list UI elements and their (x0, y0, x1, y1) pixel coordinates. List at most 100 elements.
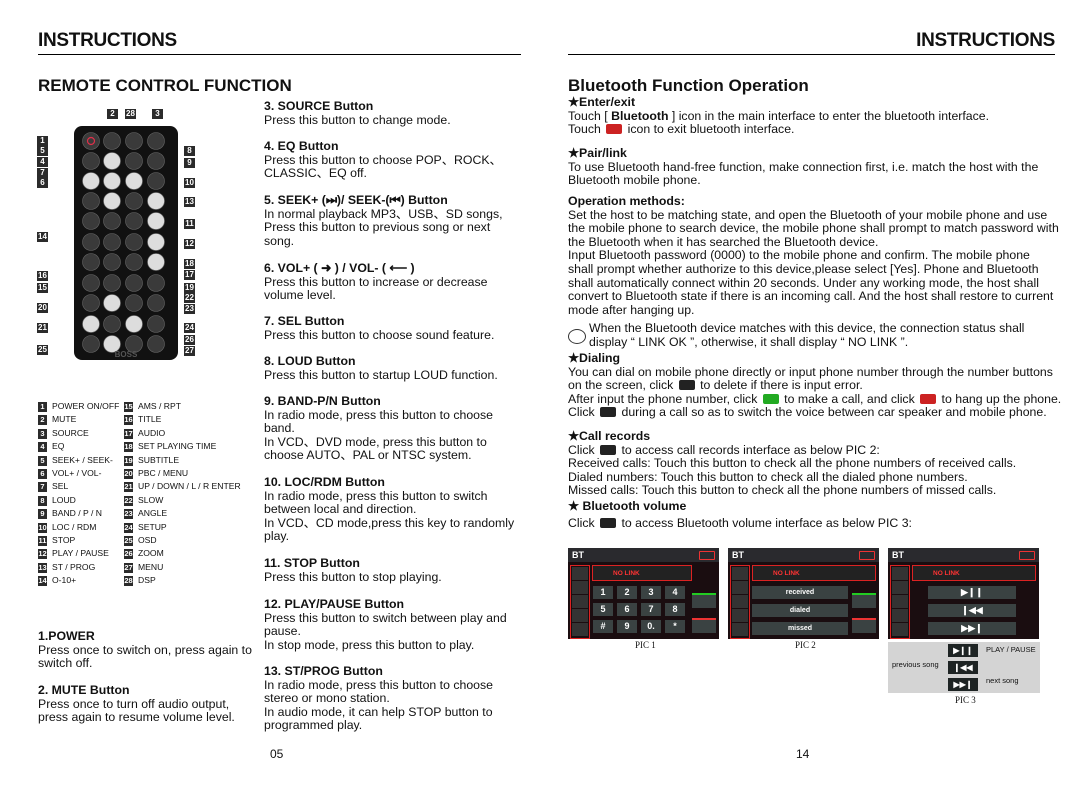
remote-button (82, 233, 100, 251)
call-button[interactable] (852, 593, 876, 608)
keypad-key[interactable]: 5 (593, 603, 613, 616)
records-icon[interactable] (572, 595, 588, 608)
function-title: 8. LOUD Button (264, 354, 356, 368)
hangup-icon[interactable] (920, 393, 937, 404)
remote-button (82, 253, 100, 271)
function-title: 2. MUTE Button (38, 683, 130, 697)
note-icon (568, 329, 586, 344)
keypad-key[interactable]: 6 (617, 603, 637, 616)
records-icon[interactable] (892, 595, 908, 608)
callout-number: 23 (184, 304, 195, 314)
screen-sidebar (730, 565, 750, 639)
pic3-callout-next: next song (986, 676, 1019, 685)
keypad-key[interactable]: * (665, 620, 685, 633)
pic3-callout-prev: previous song (892, 660, 939, 669)
music-icon[interactable] (732, 623, 748, 636)
description-line: Press this button to choose sound featur… (264, 327, 495, 342)
record-missed-button[interactable]: missed (752, 622, 848, 635)
screen-sidebar (570, 565, 590, 639)
phone-book-icon[interactable] (892, 581, 908, 594)
description-line: In radio mode, press this button to choo… (264, 677, 493, 692)
exit-icon[interactable] (606, 124, 623, 135)
previous-button[interactable]: ❙◀◀ (928, 604, 1016, 617)
callout-number: 8 (184, 146, 195, 156)
music-icon[interactable] (892, 623, 908, 636)
hangup-button[interactable] (852, 618, 876, 633)
record-dialed-button[interactable]: dialed (752, 604, 848, 617)
phone-book-icon[interactable] (732, 581, 748, 594)
description-line: Press this button to choose POP、ROCK、 (264, 152, 502, 167)
delete-icon[interactable] (678, 380, 695, 391)
contacts-icon[interactable] (572, 609, 588, 622)
keypad-icon[interactable] (892, 567, 908, 580)
legend-item: 26 ZOOM (124, 548, 164, 560)
text: to hang up the phone. (938, 391, 1062, 406)
next-button[interactable]: ▶▶❙ (928, 622, 1016, 635)
legend-number: 14 (38, 576, 47, 587)
call-records-icon[interactable] (600, 444, 617, 455)
remote-button (82, 212, 100, 230)
music-icon[interactable] (572, 623, 588, 636)
legend-number: 3 (38, 428, 47, 439)
legend-item: 15 AMS / RPT (124, 401, 181, 412)
text: After input the phone number, click (568, 391, 761, 406)
music-icon[interactable] (600, 517, 617, 528)
text: Touch [ (568, 108, 612, 123)
hangup-button[interactable] (692, 618, 716, 633)
phone-book-icon[interactable] (572, 581, 588, 594)
legend-label: UP / DOWN / L / R ENTER (138, 481, 241, 492)
record-received-button[interactable]: received (752, 586, 848, 599)
call-button[interactable] (692, 593, 716, 608)
legend-number: 19 (124, 455, 133, 466)
description-line: choose AUTO、PAL or NTSC system. (264, 448, 472, 463)
text: mode after hanging up. (568, 302, 695, 317)
back-icon[interactable] (859, 551, 875, 560)
callout-number: 25 (37, 345, 48, 355)
legend-label: LOUD (52, 494, 76, 505)
keypad-key[interactable]: 1 (593, 586, 613, 599)
keypad-key[interactable]: 9 (617, 620, 637, 633)
remote-button (125, 172, 143, 190)
back-icon[interactable] (1019, 551, 1035, 560)
legend-number: 5 (38, 455, 47, 466)
bluetooth-instruction: ★Call records Click to access call record… (568, 429, 1017, 498)
description-line: Press this button to increase or decreas… (264, 274, 488, 289)
text: Received calls: Touch this button to che… (568, 456, 1017, 471)
legend-label: LOC / RDM (52, 521, 97, 532)
description-line: Press this button to startup LOUD functi… (264, 367, 498, 382)
keypad-icon[interactable] (732, 567, 748, 580)
function-description: 2. MUTE Button Press once to turn off aud… (38, 683, 235, 725)
keypad-icon[interactable] (572, 567, 588, 580)
text: to access call records interface as belo… (618, 442, 880, 457)
remote-button (147, 152, 165, 170)
bt-screen-pic-2: BT NO LINK received dialed missed (728, 548, 879, 639)
legend-item: 13 ST / PROG (38, 562, 95, 573)
contacts-icon[interactable] (892, 609, 908, 622)
keypad-key[interactable]: 3 (641, 586, 661, 599)
play-pause-button: ▶❙❙ (948, 644, 978, 657)
play-pause-button[interactable]: ▶❙❙ (928, 586, 1016, 599)
text: to delete if there is input error. (696, 378, 863, 393)
description-line: stereo or mono station. (264, 691, 390, 706)
divider-left (38, 54, 521, 55)
legend-number: 2 (38, 415, 47, 426)
text: shall automatically connect within 20 se… (568, 275, 1039, 290)
switch-voice-icon[interactable] (600, 407, 617, 418)
description-line: In radio mode, press this button to choo… (264, 407, 493, 422)
keypad-key[interactable]: 8 (665, 603, 685, 616)
legend-label: SETUP (138, 521, 167, 532)
contacts-icon[interactable] (732, 609, 748, 622)
legend-number: 1 (38, 402, 47, 412)
keypad-key[interactable]: 7 (641, 603, 661, 616)
legend-item: 2 MUTE (38, 414, 76, 426)
function-description: 7. SEL Button Press this button to choose… (264, 314, 495, 342)
legend-item: 9 BAND / P / N (38, 508, 102, 520)
call-icon[interactable] (762, 393, 779, 404)
keypad-key[interactable]: 0. (641, 620, 661, 633)
keypad-key[interactable]: # (593, 620, 613, 633)
keypad-key[interactable]: 4 (665, 586, 685, 599)
keypad-key[interactable]: 2 (617, 586, 637, 599)
back-icon[interactable] (699, 551, 715, 560)
legend-label: BAND / P / N (52, 508, 102, 519)
records-icon[interactable] (732, 595, 748, 608)
